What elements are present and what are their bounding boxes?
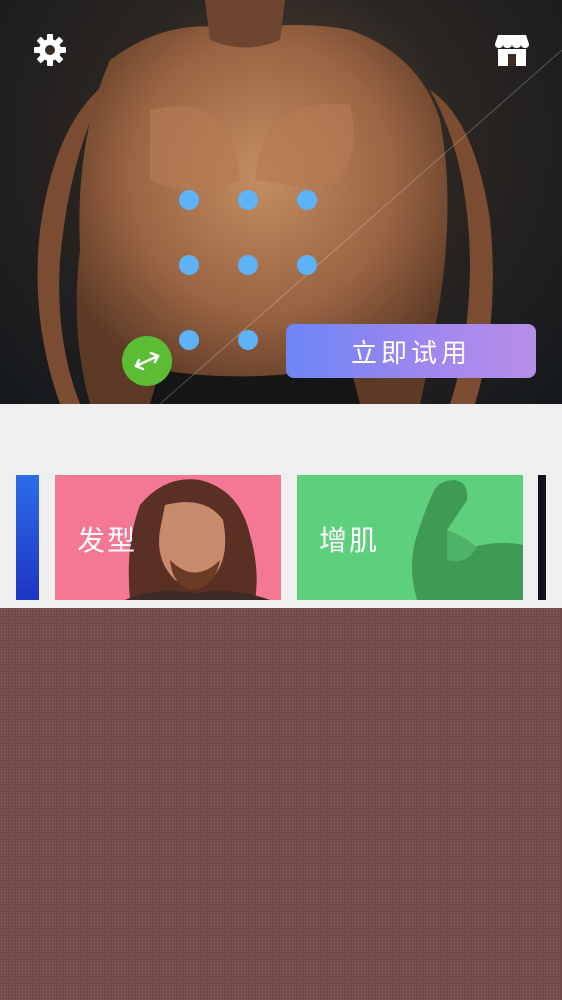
- dimmed-overlay: [0, 608, 562, 1000]
- try-now-button[interactable]: 立即试用: [286, 324, 536, 378]
- pattern-dot[interactable]: [179, 330, 199, 350]
- pattern-dot[interactable]: [297, 190, 317, 210]
- pattern-dot[interactable]: [238, 190, 258, 210]
- gear-icon: [34, 34, 66, 66]
- category-card-peek[interactable]: [538, 475, 546, 600]
- hero-banner: 立即试用: [0, 0, 562, 404]
- settings-button[interactable]: [30, 30, 70, 70]
- category-card-muscle[interactable]: 增肌: [297, 475, 523, 600]
- pattern-dot[interactable]: [179, 255, 199, 275]
- pattern-dot[interactable]: [238, 255, 258, 275]
- pattern-dot[interactable]: [297, 255, 317, 275]
- pattern-dot[interactable]: [238, 330, 258, 350]
- category-label: 增肌: [319, 524, 380, 557]
- category-label: 发型: [77, 524, 138, 557]
- swap-button[interactable]: [122, 336, 172, 386]
- store-icon: [495, 35, 529, 66]
- category-card-peek[interactable]: [16, 475, 39, 600]
- pattern-dot[interactable]: [179, 190, 199, 210]
- category-card-hairstyle[interactable]: 发型: [55, 475, 281, 600]
- swap-arrows-icon: [134, 351, 160, 371]
- store-button[interactable]: [492, 30, 532, 70]
